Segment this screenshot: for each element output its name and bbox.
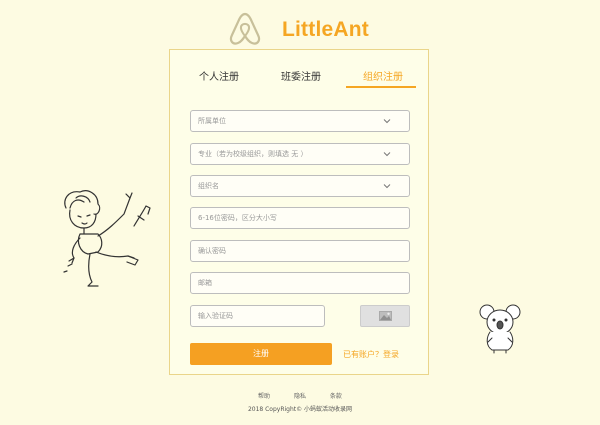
footer-links: 帮助 隐私 条款 [0,391,600,400]
tab-class-committee[interactable]: 班委注册 [266,68,336,83]
registration-card: 个人注册 班委注册 组织注册 所属单位 专业（若为校级组织，则填选 无 ） 组织… [169,49,429,375]
unit-select[interactable]: 所属单位 [190,110,410,132]
boy-illustration [63,190,151,287]
image-icon [379,311,392,321]
header: LittleAnt [0,8,600,48]
footer-link-help[interactable]: 帮助 [258,393,270,400]
brand-name: LittleAnt [282,18,369,41]
captcha-image[interactable] [360,305,410,327]
captcha-input[interactable] [190,305,325,327]
major-select-placeholder: 专业（若为校级组织，则填选 无 ） [198,150,308,158]
login-link[interactable]: 已有账户？登录 [343,349,399,360]
active-tab-underline [346,86,416,88]
tab-organization[interactable]: 组织注册 [348,68,418,83]
register-button[interactable]: 注册 [190,343,332,365]
confirm-password-input[interactable] [190,240,410,262]
logo-icon [229,12,261,45]
major-select[interactable]: 专业（若为校级组织，则填选 无 ） [190,143,410,165]
tab-personal[interactable]: 个人注册 [184,68,254,83]
chevron-down-icon [383,184,391,189]
org-select-placeholder: 组织名 [198,182,219,190]
chevron-down-icon [383,119,391,124]
footer-link-privacy[interactable]: 隐私 [294,393,306,400]
org-select[interactable]: 组织名 [190,175,410,197]
chevron-down-icon [383,152,391,157]
koala-illustration [479,304,521,354]
tabs: 个人注册 班委注册 组织注册 [170,50,428,90]
password-input[interactable] [190,207,410,229]
footer-link-terms[interactable]: 条款 [330,393,342,400]
copyright-text: 2018 CopyRight© 小蚂蚁活动收录网 [247,406,353,413]
email-input[interactable] [190,272,410,294]
unit-select-placeholder: 所属单位 [198,117,226,125]
